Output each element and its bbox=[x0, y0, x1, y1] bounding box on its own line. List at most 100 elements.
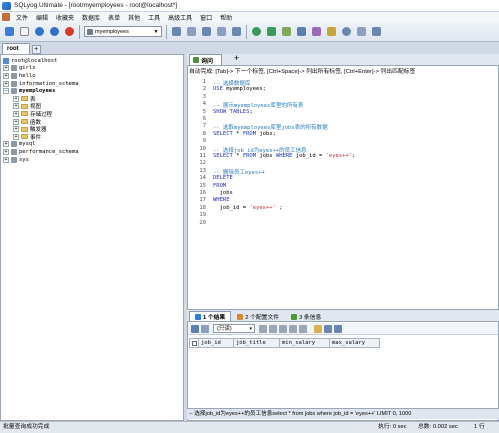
grid-column-header[interactable]: min_salary bbox=[280, 338, 330, 348]
code-line: DELETE bbox=[213, 175, 233, 181]
expand-icon[interactable]: + bbox=[3, 72, 9, 79]
forward-button[interactable] bbox=[33, 25, 46, 38]
export-button[interactable] bbox=[230, 25, 243, 38]
user-manager-button[interactable] bbox=[250, 25, 263, 38]
server-icon bbox=[3, 57, 9, 64]
restore-button[interactable] bbox=[295, 25, 308, 38]
tree-db-hello[interactable]: + hello bbox=[3, 72, 79, 80]
tree-db-label: information_schema bbox=[19, 80, 79, 87]
code-line: jobs bbox=[213, 190, 233, 196]
readonly-selector[interactable]: (只读) bbox=[213, 324, 255, 333]
database-selector-value: myemployees bbox=[95, 28, 129, 35]
result-tab-2[interactable]: 2 个配置文件 bbox=[231, 311, 285, 321]
delete-row-icon[interactable] bbox=[289, 324, 297, 333]
table-data-button[interactable] bbox=[170, 25, 183, 38]
format-button[interactable] bbox=[370, 25, 383, 38]
save-icon[interactable] bbox=[279, 324, 287, 333]
connection-tab-root[interactable]: root bbox=[2, 43, 30, 54]
expand-icon[interactable]: + bbox=[3, 156, 9, 163]
text-mode-icon[interactable] bbox=[334, 324, 342, 333]
query-builder-button[interactable] bbox=[185, 25, 198, 38]
expand-icon[interactable]: + bbox=[3, 80, 9, 87]
line-number: 3 bbox=[202, 93, 206, 100]
folder-icon bbox=[21, 111, 28, 117]
form-mode-icon[interactable] bbox=[324, 324, 332, 333]
menu-favorites[interactable]: 收藏夹 bbox=[52, 13, 78, 22]
tree-db-performance-schema[interactable]: + performance_schema bbox=[3, 148, 79, 156]
expand-icon[interactable]: + bbox=[13, 103, 19, 110]
cancel-icon[interactable] bbox=[299, 324, 307, 333]
menu-file[interactable]: 文件 bbox=[12, 13, 32, 22]
grid-column-header[interactable]: job_title bbox=[234, 338, 280, 348]
result-tab-1[interactable]: 1 个结果 bbox=[189, 311, 232, 321]
menu-edit[interactable]: 编辑 bbox=[32, 13, 52, 22]
grid-column-header[interactable]: job_id bbox=[199, 338, 234, 348]
menu-window[interactable]: 窗口 bbox=[196, 13, 216, 22]
folder-icon bbox=[21, 119, 28, 125]
new-query-button[interactable] bbox=[18, 25, 31, 38]
search-button[interactable] bbox=[340, 25, 353, 38]
menu-database[interactable]: 数据库 bbox=[78, 13, 104, 22]
menu-table[interactable]: 表单 bbox=[104, 13, 124, 22]
new-connection-button[interactable] bbox=[3, 25, 16, 38]
expand-icon[interactable]: + bbox=[13, 118, 19, 125]
sql-editor[interactable]: -- 选择数据库 USE myemployees; -- 展示myemployees… bbox=[209, 77, 498, 309]
menu-tools[interactable]: 工具 bbox=[144, 13, 164, 22]
database-icon bbox=[11, 65, 17, 72]
code-line: SHOW TABLES; bbox=[213, 109, 253, 115]
schema-compare-button[interactable] bbox=[355, 25, 368, 38]
tree-db-information-schema[interactable]: + information_schema bbox=[3, 80, 79, 88]
query-tab-strip: 询问 + bbox=[187, 54, 499, 66]
grid-mode-icon[interactable] bbox=[314, 324, 322, 333]
expand-icon[interactable]: + bbox=[3, 148, 9, 155]
toolbar-divider bbox=[166, 24, 167, 39]
tree-db-myemployees[interactable]: − myemployees bbox=[3, 87, 79, 95]
expand-icon[interactable]: + bbox=[3, 141, 9, 148]
code-token: SELECT bbox=[213, 153, 233, 159]
stop-button[interactable] bbox=[63, 25, 76, 38]
collapse-icon[interactable]: − bbox=[3, 88, 9, 95]
add-query-tab-button[interactable]: + bbox=[234, 54, 239, 65]
copy-row-icon[interactable] bbox=[269, 324, 277, 333]
tree-db-label: hello bbox=[19, 72, 36, 79]
refresh-button[interactable] bbox=[48, 25, 61, 38]
line-number: 11 bbox=[199, 153, 206, 159]
scheduler-button[interactable] bbox=[310, 25, 323, 38]
menu-other[interactable]: 其他 bbox=[124, 13, 144, 22]
expand-icon[interactable]: + bbox=[13, 126, 19, 133]
expand-icon[interactable]: + bbox=[13, 110, 19, 117]
grid-column-header[interactable]: max_salary bbox=[330, 338, 380, 348]
database-selector[interactable]: myemployees ▼ bbox=[84, 26, 162, 37]
expand-icon[interactable]: + bbox=[13, 133, 19, 140]
sync-button[interactable] bbox=[265, 25, 278, 38]
backup-button[interactable] bbox=[280, 25, 293, 38]
tree-root-server[interactable]: root@localhost bbox=[3, 57, 79, 65]
import-button[interactable] bbox=[215, 25, 228, 38]
tree-db-sys[interactable]: + sys bbox=[3, 156, 79, 164]
tree-db-mysql[interactable]: + mysql bbox=[3, 141, 79, 149]
tab-query[interactable]: 询问 bbox=[189, 54, 223, 65]
result-tab-3[interactable]: 3 条信息 bbox=[285, 311, 327, 321]
database-icon bbox=[11, 88, 17, 95]
grid-icon bbox=[187, 27, 196, 36]
scheduler-icon bbox=[312, 27, 321, 36]
tree-db-girls[interactable]: + girls bbox=[3, 65, 79, 73]
expand-icon[interactable]: + bbox=[13, 95, 19, 102]
add-connection-tab-button[interactable]: + bbox=[31, 45, 41, 54]
import-icon bbox=[217, 27, 226, 36]
grid-view-icon[interactable] bbox=[191, 324, 199, 333]
add-row-icon[interactable] bbox=[259, 324, 267, 333]
expand-icon[interactable]: + bbox=[3, 65, 9, 72]
tree-folder-item[interactable]: + 事件 bbox=[3, 133, 79, 141]
select-all-checkbox[interactable] bbox=[189, 338, 199, 348]
app-menu-icon[interactable] bbox=[2, 13, 10, 21]
menu-help[interactable]: 帮助 bbox=[216, 13, 236, 22]
code-token: FROM bbox=[242, 130, 257, 137]
code-token: SELECT bbox=[213, 130, 233, 137]
dropdown-icon[interactable] bbox=[201, 324, 209, 333]
schema-designer-button[interactable] bbox=[200, 25, 213, 38]
status-rows: 1 行 bbox=[474, 424, 485, 430]
menu-advanced-tools[interactable]: 高级工具 bbox=[164, 13, 196, 22]
results-grid-header: job_id job_title min_salary max_salary bbox=[189, 338, 380, 348]
notify-button[interactable] bbox=[325, 25, 338, 38]
